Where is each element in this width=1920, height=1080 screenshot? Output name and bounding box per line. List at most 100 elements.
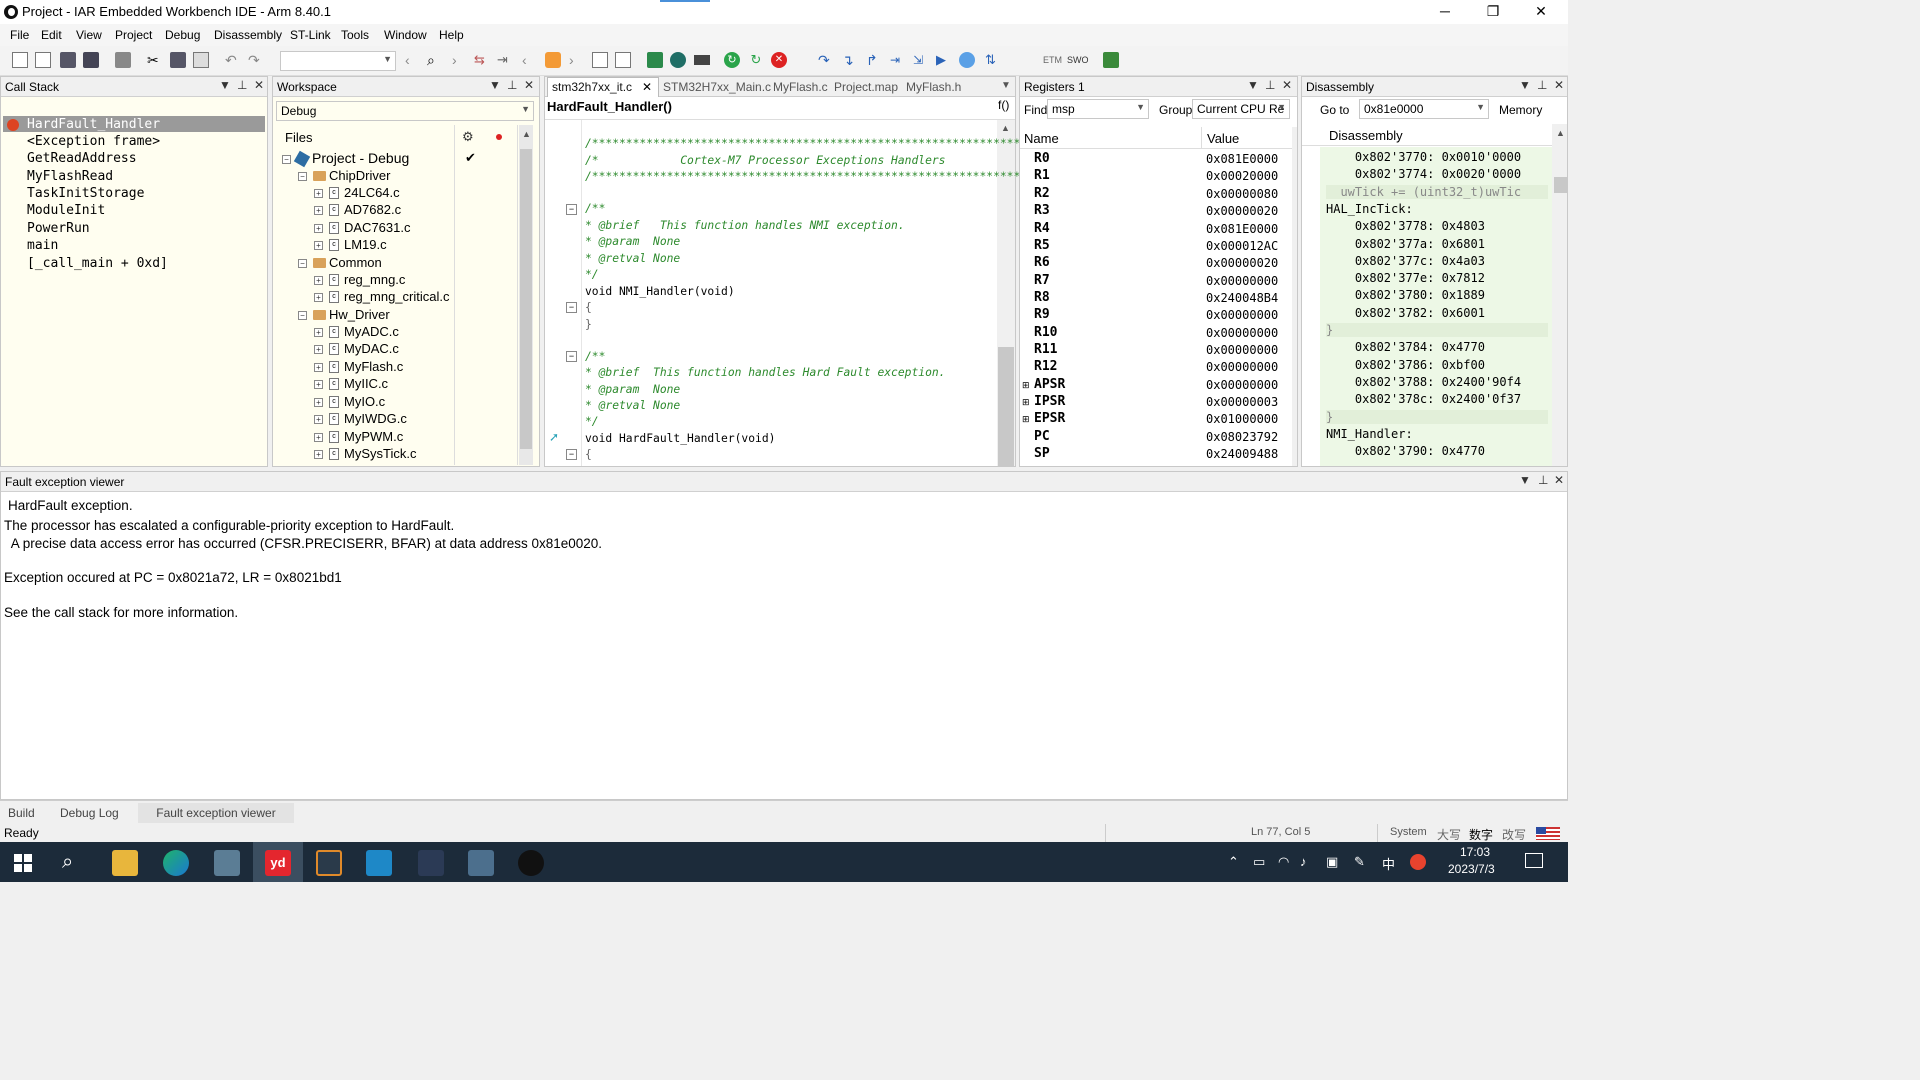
call-stack-row[interactable]: <Exception frame> bbox=[27, 134, 160, 149]
file-item[interactable]: MyFlash.c bbox=[344, 359, 403, 374]
display-icon[interactable]: ▣ bbox=[1326, 854, 1338, 870]
settings-icon[interactable]: ⚙ bbox=[462, 129, 474, 145]
file-item[interactable]: MyIWDG.c bbox=[344, 411, 407, 426]
call-stack-row[interactable]: PowerRun bbox=[27, 221, 90, 236]
run-to-cursor-icon[interactable]: ⇲ bbox=[913, 52, 929, 68]
close-icon[interactable]: ✕ bbox=[524, 78, 534, 92]
reg-value[interactable]: 0x00000020 bbox=[1206, 256, 1278, 270]
app-icon[interactable] bbox=[316, 850, 342, 876]
expand-icon[interactable]: + bbox=[314, 363, 323, 372]
scroll-up-icon[interactable]: ▲ bbox=[522, 129, 531, 139]
debug-icon[interactable] bbox=[670, 52, 686, 68]
file-item[interactable]: DAC7631.c bbox=[344, 220, 410, 235]
file-item[interactable]: reg_mng_critical.c bbox=[344, 289, 450, 304]
ime-indicator[interactable]: 中 bbox=[1382, 854, 1395, 873]
group-hw-driver[interactable]: Hw_Driver bbox=[329, 307, 390, 322]
call-stack-row[interactable]: GetReadAddress bbox=[27, 151, 137, 166]
step-out-icon[interactable]: ↱ bbox=[866, 52, 882, 68]
call-stack-row[interactable]: MyFlashRead bbox=[27, 169, 113, 184]
collapse-icon[interactable]: − bbox=[298, 311, 307, 320]
scrollbar-thumb[interactable] bbox=[1554, 177, 1567, 193]
disassembly-row[interactable]: 0x802'3770: 0x0010'0000 bbox=[1326, 150, 1521, 164]
reg-value[interactable]: 0x00000000 bbox=[1206, 326, 1278, 340]
app-icon[interactable] bbox=[418, 850, 444, 876]
clock-time[interactable]: 17:03 bbox=[1460, 845, 1490, 859]
call-stack-row[interactable]: HardFault_Handler bbox=[27, 117, 160, 132]
save-all-icon[interactable] bbox=[83, 52, 99, 68]
file-item[interactable]: MySysTick.c bbox=[344, 446, 416, 461]
go-icon[interactable]: ▶ bbox=[936, 52, 952, 68]
file-item[interactable]: LM19.c bbox=[344, 237, 387, 252]
etm-icon[interactable]: ETM bbox=[1043, 52, 1065, 68]
battery-icon[interactable]: ▭ bbox=[1253, 854, 1265, 870]
panel-menu-icon[interactable]: ▼ bbox=[489, 78, 501, 92]
tab-list-icon[interactable]: ▼ bbox=[1001, 80, 1011, 91]
save-icon[interactable] bbox=[60, 52, 76, 68]
disassembly-row[interactable]: 0x802'3790: 0x4770 bbox=[1326, 444, 1485, 458]
scrollbar-thumb[interactable] bbox=[520, 149, 532, 449]
search-icon[interactable]: ⌕ bbox=[62, 851, 73, 874]
disassembly-row[interactable]: 0x802'378c: 0x2400'0f37 bbox=[1326, 392, 1521, 406]
make-icon[interactable] bbox=[615, 52, 631, 68]
menu-view[interactable]: View bbox=[76, 28, 102, 42]
replace-icon[interactable]: ⇆ bbox=[474, 52, 490, 68]
expand-icon[interactable]: + bbox=[314, 206, 323, 215]
menu-debug[interactable]: Debug bbox=[165, 28, 200, 42]
break-icon[interactable] bbox=[959, 52, 975, 68]
pin-icon[interactable]: ⊥ bbox=[1537, 78, 1547, 92]
collapse-icon[interactable]: − bbox=[298, 259, 307, 268]
panel-menu-icon[interactable]: ▼ bbox=[1519, 78, 1531, 92]
file-item[interactable]: MyPWM.c bbox=[344, 429, 403, 444]
file-item[interactable]: MyDAC.c bbox=[344, 341, 399, 356]
call-stack-icon[interactable]: ⇅ bbox=[985, 52, 1001, 68]
expand-icon[interactable]: + bbox=[314, 380, 323, 389]
menu-disassembly[interactable]: Disassembly bbox=[214, 28, 282, 42]
tab-close-icon[interactable]: ✕ bbox=[642, 80, 652, 94]
file-item[interactable]: MyIO.c bbox=[344, 394, 385, 409]
restore-button[interactable]: ❐ bbox=[1470, 0, 1516, 24]
close-icon[interactable]: ✕ bbox=[1554, 78, 1564, 92]
fold-toggle-icon[interactable]: − bbox=[566, 302, 577, 313]
file-explorer-icon[interactable] bbox=[112, 850, 138, 876]
tab-main[interactable]: STM32H7xx_Main.c bbox=[663, 80, 771, 94]
menu-tools[interactable]: Tools bbox=[341, 28, 369, 42]
fold-toggle-icon[interactable]: − bbox=[566, 449, 577, 460]
prev-bookmark-icon[interactable]: ‹ bbox=[522, 52, 538, 68]
close-button[interactable]: ✕ bbox=[1518, 0, 1564, 24]
call-stack-row[interactable]: main bbox=[27, 238, 58, 253]
disassembly-row[interactable]: 0x802'3788: 0x2400'90f4 bbox=[1326, 375, 1521, 389]
tab-debug-log[interactable]: Debug Log bbox=[52, 803, 127, 823]
wifi-icon[interactable]: ◠ bbox=[1278, 854, 1289, 870]
undo-icon[interactable]: ↶ bbox=[225, 52, 241, 68]
breakpoint-list-icon[interactable] bbox=[694, 55, 710, 65]
print-icon[interactable] bbox=[115, 52, 131, 68]
disassembly-row[interactable]: 0x802'3786: 0xbf00 bbox=[1326, 358, 1485, 372]
disassembly-source-line[interactable]: } bbox=[1326, 409, 1548, 424]
close-icon[interactable]: ✕ bbox=[254, 78, 264, 92]
plugin-icon[interactable] bbox=[1103, 52, 1119, 68]
clock-date[interactable]: 2023/7/3 bbox=[1448, 862, 1495, 876]
file-item[interactable]: AD7682.c bbox=[344, 202, 401, 217]
file-item[interactable]: reg_mng.c bbox=[344, 272, 405, 287]
sogou-icon[interactable] bbox=[1410, 854, 1426, 870]
compile-icon[interactable] bbox=[592, 52, 608, 68]
disassembly-row[interactable]: 0x802'3778: 0x4803 bbox=[1326, 219, 1485, 233]
group-select[interactable]: Current CPU Re ▼ bbox=[1192, 99, 1290, 119]
expand-icon[interactable]: ⊞ bbox=[1022, 414, 1030, 425]
expand-icon[interactable]: + bbox=[314, 345, 323, 354]
expand-icon[interactable]: + bbox=[314, 189, 323, 198]
next-statement-icon[interactable]: ⇥ bbox=[890, 52, 906, 68]
reg-value[interactable]: 0x00000003 bbox=[1206, 395, 1278, 409]
col-name[interactable]: Name bbox=[1024, 131, 1059, 146]
tab-stm32h7xx-it[interactable]: stm32h7xx_it.c bbox=[552, 80, 632, 94]
memory-button[interactable]: Memory bbox=[1499, 103, 1542, 117]
disassembly-source-line[interactable]: uwTick += (uint32_t)uwTic bbox=[1326, 184, 1548, 199]
reg-value[interactable]: 0x00020000 bbox=[1206, 169, 1278, 183]
col-value[interactable]: Value bbox=[1207, 131, 1239, 146]
reg-value[interactable]: 0x24009488 bbox=[1206, 447, 1278, 461]
expand-icon[interactable]: + bbox=[314, 328, 323, 337]
tab-fault-viewer[interactable]: Fault exception viewer bbox=[138, 803, 294, 823]
tab-build[interactable]: Build bbox=[0, 803, 43, 823]
reg-value[interactable]: 0x081E0000 bbox=[1206, 222, 1278, 236]
step-over-icon[interactable]: ↷ bbox=[818, 52, 834, 68]
